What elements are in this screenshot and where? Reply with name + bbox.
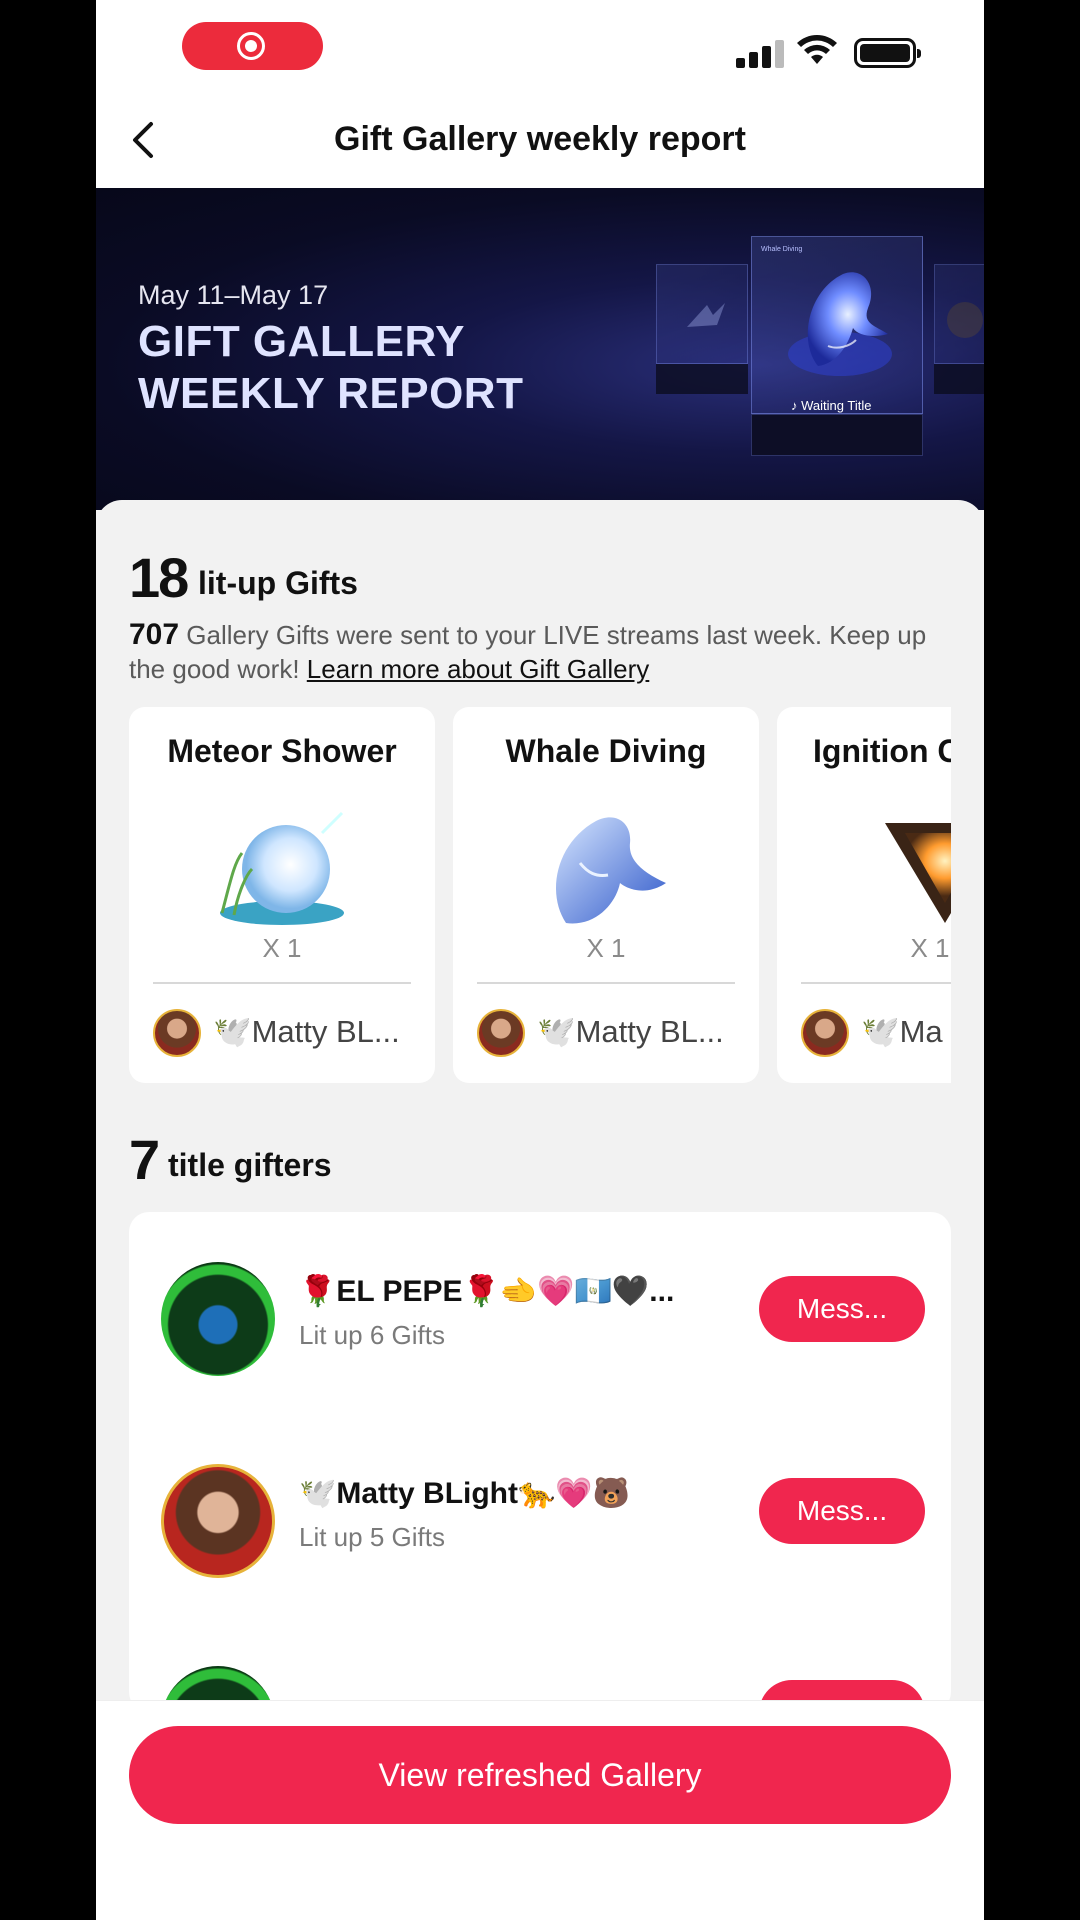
gift-quantity: X 1: [262, 933, 302, 963]
display-base-right: [934, 364, 984, 394]
gifts-sent-count: 707: [129, 618, 180, 651]
avatar: [153, 1009, 201, 1057]
display-base-main: [751, 414, 923, 456]
gift-card[interactable]: Meteor Shower X 1 🕊️Matty BL...: [129, 707, 435, 1083]
gift-card[interactable]: Whale Diving X 1 🕊️Matty BL...: [453, 707, 759, 1083]
divider: [153, 982, 411, 984]
title-gifters-label: title gifters: [168, 1147, 332, 1183]
gifter-name: 🌹EL PEPE🌹🫲💗🇬🇹🖤...: [299, 1275, 675, 1308]
gift-name: Ignition C: [813, 733, 951, 769]
lit-up-count: 18: [129, 546, 189, 609]
avatar: [801, 1009, 849, 1057]
ignition-gift-icon: [885, 823, 951, 923]
display-caption: ♪ Waiting Title: [791, 398, 872, 413]
top-gifter-name: 🕊️Matty BL...: [213, 1014, 400, 1049]
report-banner: May 11–May 17 GIFT GALLERY WEEKLY REPORT…: [96, 188, 984, 510]
gift-quantity: X 1: [910, 933, 950, 963]
top-gifter-name: 🕊️Ma: [861, 1014, 943, 1049]
cellular-signal-icon: [736, 38, 784, 68]
title-gifters-list[interactable]: 🌹EL PEPE🌹🫲💗🇬🇹🖤... Lit up 6 Gifts Mess...…: [129, 1212, 951, 1712]
divider: [801, 982, 951, 984]
wifi-icon: [797, 35, 837, 64]
lit-up-label: lit-up Gifts: [198, 565, 358, 601]
meteor-shower-icon: [220, 811, 344, 925]
whale-icon: [788, 272, 892, 376]
banner-date-range: May 11–May 17: [138, 280, 329, 310]
message-button[interactable]: Mess...: [759, 1478, 925, 1544]
view-refreshed-gallery-button[interactable]: View refreshed Gallery: [129, 1726, 951, 1824]
display-cube-right: [934, 264, 984, 364]
gift-name: Whale Diving: [505, 733, 707, 769]
divider: [477, 982, 735, 984]
status-bar: [96, 0, 984, 92]
gifts-sent-summary: 707 Gallery Gifts were sent to your LIVE…: [129, 618, 949, 686]
phone-screen: Gift Gallery weekly report May 11–May 17…: [96, 0, 984, 1920]
whale-diving-icon: [556, 817, 666, 924]
bottom-action-bar: View refreshed Gallery: [96, 1700, 984, 1920]
gifter-name: 🕊️Matty BLight🐆💗🐻: [299, 1477, 631, 1510]
learn-more-link[interactable]: Learn more about Gift Gallery: [307, 654, 650, 684]
battery-icon: [854, 38, 921, 68]
nav-bar: Gift Gallery weekly report: [96, 92, 984, 188]
list-item[interactable]: 🕊️Matty BLight🐆💗🐻 Lit up 5 Gifts Mess...: [129, 1464, 951, 1614]
title-gifters-count: 7: [129, 1128, 161, 1191]
list-item[interactable]: 🌹EL PEPE🌹🫲💗🇬🇹🖤... Lit up 6 Gifts Mess...: [129, 1262, 951, 1412]
avatar[interactable]: [161, 1464, 275, 1578]
avatar: [477, 1009, 525, 1057]
screen-record-icon[interactable]: [182, 22, 323, 70]
display-cube-crane: [656, 264, 748, 364]
gifter-lit-up-count: Lit up 5 Gifts: [299, 1522, 445, 1552]
page-title: Gift Gallery weekly report: [334, 120, 746, 158]
gift-name: Meteor Shower: [167, 733, 397, 769]
avatar[interactable]: [161, 1262, 275, 1376]
tiktok-icon: ♪: [791, 398, 802, 413]
lit-up-gifts-carousel[interactable]: Meteor Shower X 1 🕊️Matty BL... Whale Di…: [129, 707, 951, 1083]
gifter-lit-up-count: Lit up 6 Gifts: [299, 1320, 445, 1350]
banner-title: GIFT GALLERY WEEKLY REPORT: [138, 317, 524, 418]
gift-quantity: X 1: [586, 933, 626, 963]
gift-card[interactable]: Ignition C X 1 🕊️Ma: [777, 707, 951, 1083]
top-gifter-name: 🕊️Matty BL...: [537, 1014, 724, 1049]
display-base-left: [656, 364, 748, 394]
message-button[interactable]: Mess...: [759, 1276, 925, 1342]
